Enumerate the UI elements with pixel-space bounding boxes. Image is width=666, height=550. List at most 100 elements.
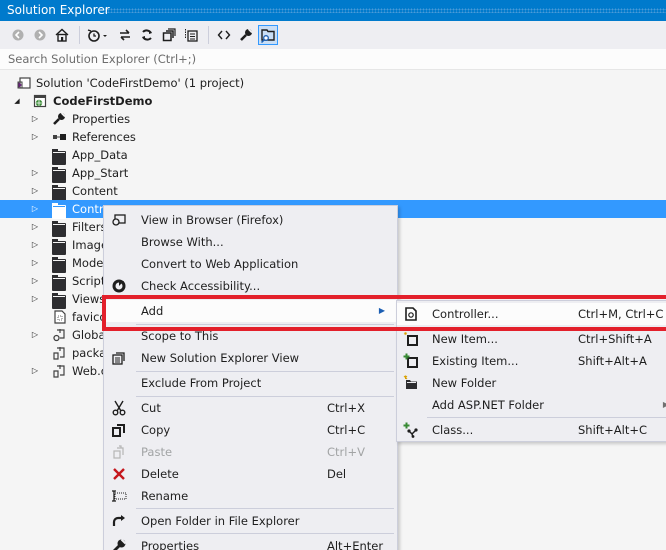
menu-item-label: Class... — [432, 423, 474, 437]
menu-separator — [136, 508, 394, 509]
show-all-files-button[interactable] — [181, 25, 201, 45]
folder-icon — [52, 257, 66, 273]
tree-item-label: App_Start — [72, 166, 129, 180]
expand-arrow-icon[interactable]: ▷ — [30, 164, 40, 182]
menu-item-convert-to-web-application[interactable]: Convert to Web Application — [104, 253, 397, 275]
folder-icon — [52, 275, 66, 291]
expand-arrow-icon[interactable]: ▷ — [30, 362, 40, 380]
view-code-button[interactable] — [214, 25, 234, 45]
preview-selected-items-icon — [260, 29, 275, 43]
expand-arrow-icon[interactable]: ▷ — [30, 110, 40, 128]
menu-item-label: Check Accessibility... — [141, 279, 261, 293]
menu-item-label: Cut — [141, 401, 161, 415]
view-code-icon — [217, 30, 231, 40]
properties-button[interactable] — [236, 25, 256, 45]
tree-item-label: Filters — [72, 220, 107, 234]
menu-item-add[interactable]: Add ▶ — [104, 300, 397, 322]
new-view-icon — [112, 352, 125, 365]
folder-icon — [52, 149, 66, 165]
tree-row-app-start[interactable]: ▷ App_Start — [0, 164, 666, 183]
expand-arrow-icon[interactable]: ▷ — [30, 200, 40, 218]
forward-button[interactable] — [30, 25, 50, 45]
delete-icon — [113, 468, 125, 480]
show-all-files-icon — [185, 29, 198, 42]
tree-row-solution[interactable]: Solution 'CodeFirstDemo' (1 project) — [0, 74, 666, 92]
menu-item-label: Controller... — [432, 307, 499, 321]
submenu-item-controller[interactable]: Controller... Ctrl+M, Ctrl+C — [397, 303, 666, 325]
tree-row-project[interactable]: ◢ CodeFirstDemo — [0, 92, 666, 110]
back-icon — [12, 29, 24, 41]
refresh-icon — [142, 29, 152, 41]
menu-item-label: Existing Item... — [432, 354, 519, 368]
file-icon — [54, 310, 66, 324]
window-title: Solution Explorer — [7, 3, 110, 17]
home-icon — [55, 28, 69, 42]
submenu-item-new-folder[interactable]: New Folder — [397, 372, 666, 394]
view-in-browser-icon — [112, 214, 126, 226]
tree-item-label: Mode — [72, 256, 104, 270]
solution-icon — [17, 77, 31, 89]
menu-item-shortcut: Shift+Alt+A — [578, 354, 647, 368]
expand-arrow-icon[interactable]: ▷ — [30, 254, 40, 272]
preview-selected-items-button[interactable] — [258, 25, 278, 45]
copy-icon — [112, 424, 125, 437]
menu-item-browse-with[interactable]: Browse With... — [104, 231, 397, 253]
expand-arrow-icon[interactable]: ▷ — [30, 218, 40, 236]
pending-changes-filter-icon — [87, 29, 107, 42]
submenu-item-existing-item[interactable]: Existing Item... Shift+Alt+A — [397, 350, 666, 372]
refresh-button[interactable] — [137, 25, 157, 45]
controller-icon — [405, 307, 417, 321]
search-input[interactable]: Search Solution Explorer (Ctrl+;) — [0, 49, 666, 70]
menu-item-cut[interactable]: Cut Ctrl+X — [104, 397, 397, 419]
collapse-arrow-icon[interactable]: ◢ — [12, 92, 22, 110]
menu-item-exclude-from-project[interactable]: Exclude From Project — [104, 372, 397, 394]
sync-icon — [120, 29, 130, 41]
add-submenu: Controller... Ctrl+M, Ctrl+C New Item...… — [396, 300, 666, 442]
menu-item-label: Properties — [141, 539, 200, 550]
expand-arrow-icon[interactable]: ▷ — [30, 182, 40, 200]
tree-row-references[interactable]: ▷ References — [0, 128, 666, 146]
menu-item-shortcut: Shift+Alt+C — [578, 423, 648, 437]
menu-item-view-in-browser[interactable]: View in Browser (Firefox) — [104, 209, 397, 231]
menu-item-label: Add — [141, 304, 164, 318]
expand-arrow-icon[interactable]: ▷ — [30, 272, 40, 290]
tree-row-app-data[interactable]: App_Data — [0, 146, 666, 165]
forward-icon — [34, 29, 46, 41]
menu-item-delete[interactable]: Delete Del — [104, 463, 397, 485]
tree-row-properties[interactable]: ▷ Properties — [0, 110, 666, 128]
toolbar — [0, 21, 666, 49]
menu-item-label: Rename — [141, 489, 189, 503]
pending-changes-filter-button[interactable] — [85, 25, 113, 45]
sync-with-active-document-button[interactable] — [115, 25, 135, 45]
menu-item-label: Paste — [141, 445, 173, 459]
config-icon — [53, 365, 65, 378]
project-label: CodeFirstDemo — [53, 94, 153, 108]
menu-item-copy[interactable]: Copy Ctrl+C — [104, 419, 397, 441]
menu-item-shortcut: Ctrl+V — [327, 445, 365, 459]
properties-icon — [113, 538, 127, 550]
menu-item-check-accessibility[interactable]: Check Accessibility... — [104, 275, 397, 297]
menu-item-rename[interactable]: Rename — [104, 485, 397, 507]
folder-icon — [52, 185, 66, 201]
tree-item-label: Content — [72, 184, 118, 198]
home-button[interactable] — [52, 25, 72, 45]
tree-item-label: References — [72, 130, 136, 144]
title-bar-grip[interactable] — [104, 8, 666, 13]
menu-item-paste[interactable]: Paste Ctrl+V — [104, 441, 397, 463]
collapse-all-button[interactable] — [159, 25, 179, 45]
menu-item-new-solution-explorer-view[interactable]: New Solution Explorer View — [104, 347, 397, 369]
menu-item-shortcut: Ctrl+Shift+A — [578, 332, 652, 346]
menu-item-properties[interactable]: Properties Alt+Enter — [104, 535, 397, 550]
submenu-item-add-aspnet-folder[interactable]: Add ASP.NET Folder ▶ — [397, 394, 666, 416]
tree-row-content[interactable]: ▷ Content — [0, 182, 666, 201]
back-button[interactable] — [8, 25, 28, 45]
menu-item-scope-to-this[interactable]: Scope to This — [104, 325, 397, 347]
expand-arrow-icon[interactable]: ▷ — [30, 128, 40, 146]
expand-arrow-icon[interactable]: ▷ — [30, 326, 40, 344]
submenu-item-class[interactable]: Class... Shift+Alt+C — [397, 419, 666, 441]
submenu-item-new-item[interactable]: New Item... Ctrl+Shift+A — [397, 328, 666, 350]
config-icon — [53, 347, 65, 360]
expand-arrow-icon[interactable]: ▷ — [30, 236, 40, 254]
menu-item-open-folder-in-file-explorer[interactable]: Open Folder in File Explorer — [104, 510, 397, 532]
expand-arrow-icon[interactable]: ▷ — [30, 290, 40, 308]
